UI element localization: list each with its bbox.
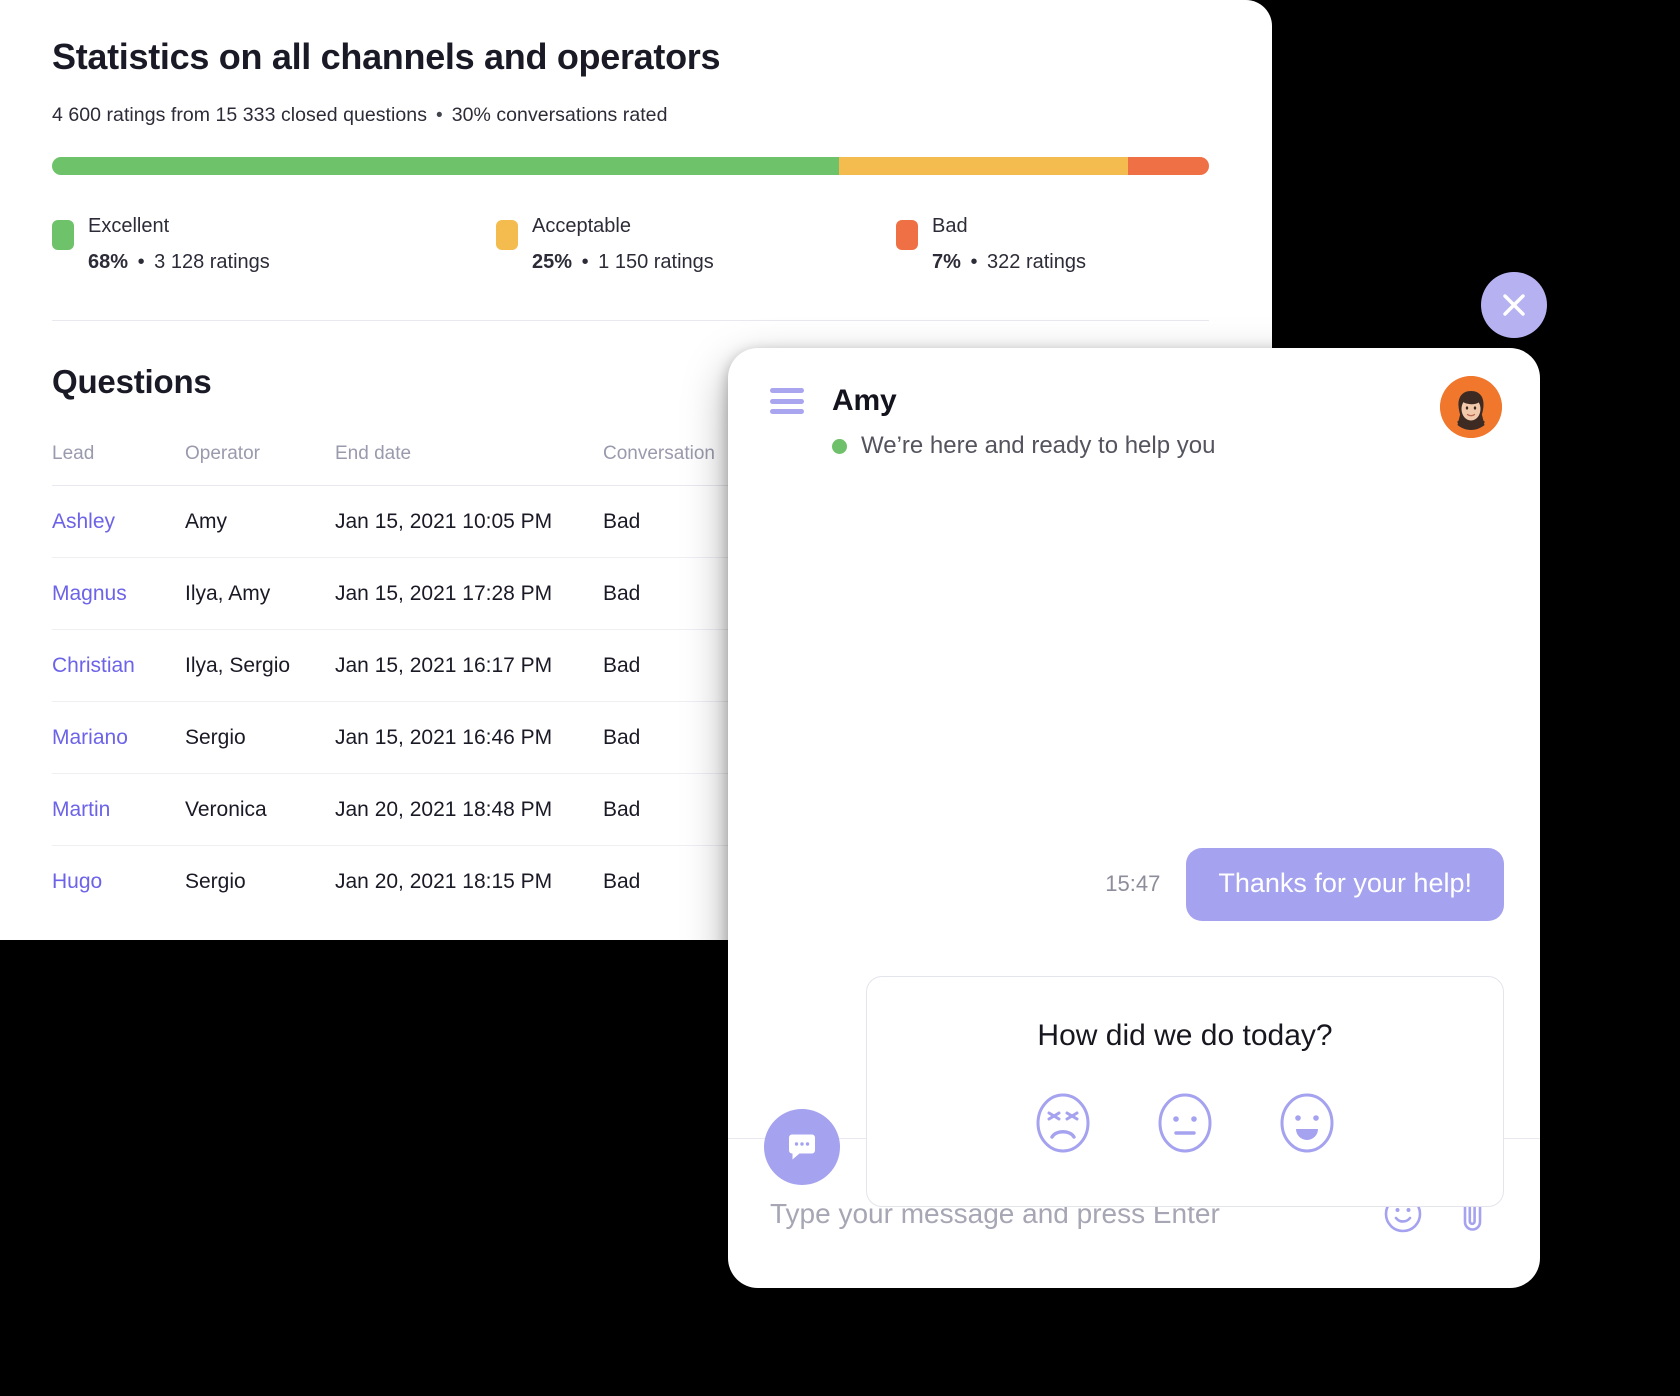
bar-segment-bad (1128, 157, 1209, 175)
lead-link[interactable]: Martin (52, 798, 110, 821)
message-bubble: Thanks for your help! (1186, 848, 1504, 921)
cell-end-date: Jan 20, 2021 18:48 PM (335, 773, 603, 846)
bar-segment-excellent (52, 157, 839, 175)
legend-swatch-acceptable (496, 220, 518, 250)
cell-operator: Sergio (185, 701, 335, 774)
column-header-lead[interactable]: Lead (52, 443, 185, 486)
rating-options (897, 1091, 1473, 1160)
screen: Statistics on all channels and operators… (0, 0, 1680, 1396)
cell-operator: Veronica (185, 773, 335, 846)
chat-messages-area: 15:47 Thanks for your help! How did we d… (728, 476, 1540, 1207)
lead-link[interactable]: Ashley (52, 510, 115, 533)
chat-status: We’re here and ready to help you (832, 432, 1500, 460)
ratings-legend: Excellent 68% • 3 128 ratings Acceptable 25… (52, 211, 1209, 278)
chat-bubble-icon (789, 1134, 815, 1160)
cell-lead: Ashley (52, 485, 185, 558)
legend-item-bad: Bad 7% • 322 ratings (896, 211, 1209, 278)
legend-label: Acceptable (532, 215, 631, 237)
stats-subtitle-rated: 30% conversations rated (451, 104, 668, 126)
message-timestamp: 15:47 (1105, 871, 1161, 897)
cell-operator: Amy (185, 485, 335, 558)
cell-end-date: Jan 20, 2021 18:15 PM (335, 870, 553, 893)
rating-prompt-row: How did we do today? (764, 976, 1504, 1207)
stats-subtitle-ratings: 4 600 ratings from 15 333 closed questio… (52, 104, 427, 126)
angry-face-icon[interactable] (1031, 1091, 1095, 1160)
page-title: Statistics on all channels and operators (52, 36, 721, 77)
hamburger-menu-icon[interactable] (770, 388, 804, 414)
cell-lead: Magnus (52, 557, 185, 630)
legend-swatch-excellent (52, 220, 74, 250)
rating-card: How did we do today? (866, 976, 1504, 1207)
cell-lead: Mariano (52, 701, 185, 774)
cell-end-date: Jan 15, 2021 17:28 PM (335, 557, 603, 630)
online-status-dot (832, 438, 847, 454)
rating-question: How did we do today? (1037, 1019, 1333, 1052)
legend-item-acceptable: Acceptable 25% • 1 150 ratings (496, 211, 896, 278)
cell-operator: Sergio (185, 870, 246, 893)
stats-subtitle-separator: • (436, 104, 443, 126)
legend-value: 68% • 3 128 ratings (88, 251, 270, 273)
cell-lead: Christian (52, 629, 185, 702)
column-header-end-date[interactable]: End date (335, 443, 603, 486)
cell-operator: Ilya, Amy (185, 557, 335, 630)
close-chat-button[interactable] (1481, 272, 1547, 338)
bar-segment-acceptable (838, 157, 1128, 175)
legend-label: Excellent (88, 215, 170, 237)
lead-link[interactable]: Hugo (52, 870, 102, 893)
chat-operator-name: Amy (832, 384, 897, 417)
cell-end-date: Jan 15, 2021 10:05 PM (335, 485, 603, 558)
operator-avatar-image (1440, 376, 1502, 438)
chat-launcher-button[interactable] (764, 1109, 840, 1185)
legend-value: 7% • 322 ratings (932, 251, 1086, 273)
chat-status-text: We’re here and ready to help you (861, 432, 1216, 459)
section-divider (52, 320, 1209, 321)
cell-lead: Hugo (52, 846, 185, 918)
cell-operator: Ilya, Sergio (185, 629, 335, 702)
stats-subtitle: 4 600 ratings from 15 333 closed questio… (52, 104, 1220, 127)
message-row-outgoing: 15:47 Thanks for your help! (1105, 848, 1504, 921)
cell-end-date: Jan 15, 2021 16:17 PM (335, 629, 603, 702)
happy-face-icon[interactable] (1275, 1091, 1339, 1160)
legend-swatch-bad (896, 220, 918, 250)
chat-widget: Amy We’re here and ready to help you 15:… (728, 348, 1540, 1288)
chat-header: Amy We’re here and ready to help you (728, 348, 1540, 476)
lead-link[interactable]: Mariano (52, 726, 128, 749)
legend-value: 25% • 1 150 ratings (532, 251, 714, 273)
cell-lead: Martin (52, 773, 185, 846)
close-icon (1503, 294, 1525, 316)
lead-link[interactable]: Christian (52, 654, 135, 677)
cell-end-date: Jan 15, 2021 16:46 PM (335, 701, 603, 774)
ratings-distribution-bar (52, 157, 1209, 175)
avatar[interactable] (1440, 376, 1502, 438)
legend-item-excellent: Excellent 68% • 3 128 ratings (52, 211, 496, 278)
column-header-operator[interactable]: Operator (185, 443, 335, 486)
neutral-face-icon[interactable] (1153, 1091, 1217, 1160)
lead-link[interactable]: Magnus (52, 582, 127, 605)
legend-label: Bad (932, 215, 968, 237)
